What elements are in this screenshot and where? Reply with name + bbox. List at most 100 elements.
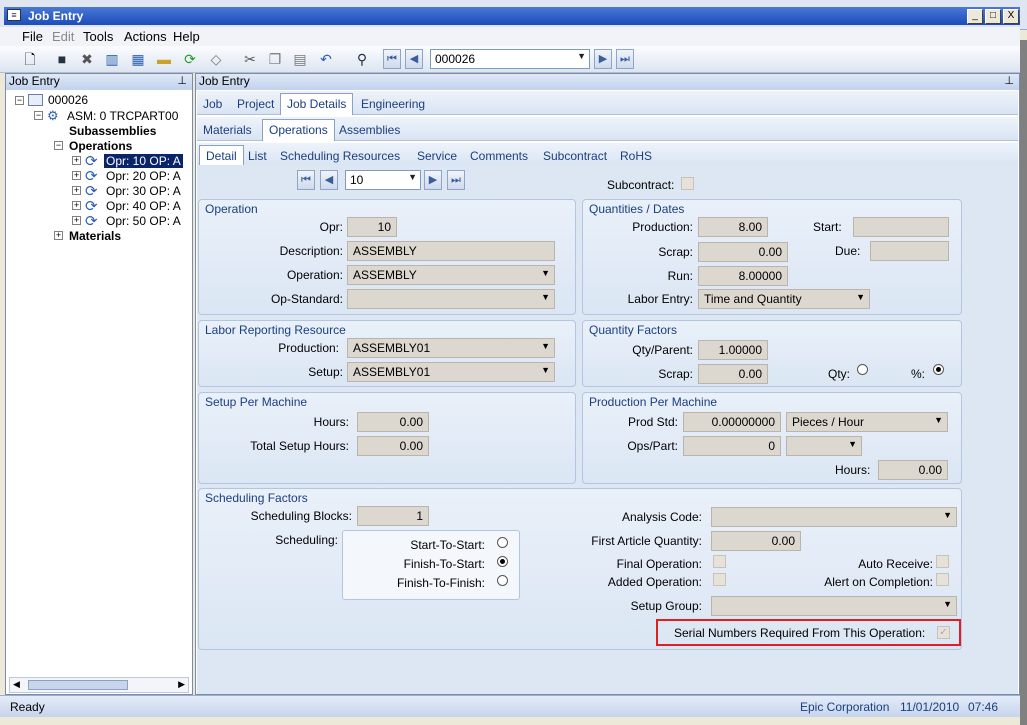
tree-operations[interactable]: Operations — [69, 139, 132, 153]
menu-help[interactable]: Help — [173, 29, 200, 44]
alert-completion-checkbox[interactable] — [936, 573, 949, 586]
tab-job-details[interactable]: Job Details — [280, 93, 354, 115]
auto-receive-checkbox[interactable] — [936, 555, 949, 568]
tab-materials[interactable]: Materials — [203, 123, 252, 137]
tab-comments[interactable]: Comments — [470, 149, 528, 163]
scheduling-blocks-field[interactable]: 1 — [357, 506, 429, 526]
prev-op-button[interactable]: ◀ — [320, 170, 338, 190]
pin-icon[interactable]: ⊥ — [177, 74, 187, 87]
first-op-button[interactable]: ⏮ — [297, 170, 315, 190]
tab-service[interactable]: Service — [417, 149, 457, 163]
eraser-icon[interactable]: ◇ — [206, 49, 226, 69]
next-record-button[interactable]: ▶ — [594, 49, 612, 69]
last-op-button[interactable]: ⏭ — [447, 170, 465, 190]
scrap-field[interactable]: 0.00 — [698, 242, 788, 262]
find-icon[interactable]: ⚲ — [352, 49, 372, 69]
tree-asm[interactable]: ASM: 0 TRCPART00 — [67, 109, 178, 123]
tab-detail[interactable]: Detail — [199, 145, 244, 167]
total-setup-field[interactable]: 0.00 — [357, 436, 429, 456]
menu-edit[interactable]: Edit — [52, 29, 74, 44]
folder-icon[interactable]: ▬ — [154, 49, 174, 69]
tab-assemblies[interactable]: Assemblies — [339, 123, 400, 137]
serial-numbers-checkbox[interactable]: ✓ — [937, 626, 950, 639]
labor-production-select[interactable]: ASSEMBLY01 ▼ — [347, 338, 555, 358]
finish-to-start-radio[interactable] — [497, 556, 508, 567]
grid-icon[interactable]: ▦ — [128, 49, 148, 69]
op-nav-combo[interactable]: 10 ▼ — [345, 170, 421, 190]
qty-parent-field[interactable]: 1.00000 — [698, 340, 768, 360]
analysis-code-select[interactable]: ▼ — [711, 507, 957, 527]
setup-group-select[interactable]: ▼ — [711, 596, 957, 616]
book-icon[interactable]: ▥ — [102, 49, 122, 69]
expand-icon[interactable]: + — [54, 231, 63, 240]
copy-icon[interactable]: ❐ — [265, 49, 285, 69]
refresh-icon[interactable]: ⟳ — [180, 49, 200, 69]
save-icon[interactable]: ■ — [52, 49, 72, 69]
prev-record-button[interactable]: ◀ — [405, 49, 423, 69]
setup-hours-field[interactable]: 0.00 — [357, 412, 429, 432]
tree-op-4[interactable]: Opr: 40 OP: A — [106, 199, 181, 213]
record-combo[interactable]: 000026 ▼ — [430, 49, 590, 69]
prod-hours-field[interactable]: 0.00 — [878, 460, 948, 480]
tree-op-1[interactable]: Opr: 10 OP: A — [104, 154, 183, 168]
due-field[interactable] — [870, 241, 949, 261]
tree-op-5[interactable]: Opr: 50 OP: A — [106, 214, 181, 228]
scroll-left-icon[interactable]: ◀ — [13, 679, 20, 690]
added-operation-checkbox[interactable] — [713, 573, 726, 586]
menu-tools[interactable]: Tools — [83, 29, 113, 44]
tree-scrollbar[interactable]: ◀ ▶ — [9, 677, 189, 693]
menu-actions[interactable]: Actions — [124, 29, 167, 44]
collapse-icon[interactable]: − — [54, 141, 63, 150]
percent-radio[interactable] — [933, 364, 944, 375]
production-field[interactable]: 8.00 — [698, 217, 768, 237]
operation-select[interactable]: ASSEMBLY ▼ — [347, 265, 555, 285]
delete-icon[interactable]: ✖ — [77, 49, 97, 69]
cut-icon[interactable]: ✂ — [240, 49, 260, 69]
labor-setup-select[interactable]: ASSEMBLY01 ▼ — [347, 362, 555, 382]
labor-entry-select[interactable]: Time and Quantity ▼ — [698, 289, 870, 309]
tab-scheduling-resources[interactable]: Scheduling Resources — [280, 149, 400, 163]
ops-part-select[interactable]: ▼ — [786, 436, 862, 456]
pin-icon[interactable]: ⊥ — [1004, 74, 1014, 87]
expand-icon[interactable]: + — [72, 201, 81, 210]
prod-unit-select[interactable]: Pieces / Hour ▼ — [786, 412, 948, 432]
opr-field[interactable]: 10 — [347, 217, 397, 237]
ops-part-field[interactable]: 0 — [683, 436, 781, 456]
menu-file[interactable]: File — [22, 29, 43, 44]
new-icon[interactable]: 🗋 — [20, 49, 40, 69]
paste-icon[interactable]: ▤ — [290, 49, 310, 69]
op-standard-select[interactable]: ▼ — [347, 289, 555, 309]
collapse-icon[interactable]: − — [15, 96, 24, 105]
description-field[interactable]: ASSEMBLY — [347, 241, 555, 261]
expand-icon[interactable]: + — [72, 171, 81, 180]
expand-icon[interactable]: + — [72, 216, 81, 225]
next-op-button[interactable]: ▶ — [424, 170, 442, 190]
tab-project[interactable]: Project — [237, 97, 274, 111]
tree-op-3[interactable]: Opr: 30 OP: A — [106, 184, 181, 198]
tab-list[interactable]: List — [248, 149, 267, 163]
prod-std-field[interactable]: 0.00000000 — [683, 412, 781, 432]
collapse-icon[interactable]: − — [34, 111, 43, 120]
first-record-button[interactable]: ⏮ — [383, 49, 401, 69]
run-field[interactable]: 8.00000 — [698, 266, 788, 286]
scrollbar-thumb[interactable] — [28, 680, 128, 690]
finish-to-finish-radio[interactable] — [497, 575, 508, 586]
maximize-button[interactable]: □ — [985, 9, 1001, 24]
expand-icon[interactable]: + — [72, 186, 81, 195]
first-article-field[interactable]: 0.00 — [711, 531, 801, 551]
subcontract-checkbox[interactable] — [681, 177, 694, 190]
tab-operations[interactable]: Operations — [262, 119, 335, 141]
qf-scrap-field[interactable]: 0.00 — [698, 364, 768, 384]
final-operation-checkbox[interactable] — [713, 555, 726, 568]
scroll-right-icon[interactable]: ▶ — [178, 679, 185, 690]
tab-rohs[interactable]: RoHS — [620, 149, 652, 163]
minimize-button[interactable]: _ — [967, 9, 983, 24]
close-button[interactable]: X — [1003, 9, 1019, 24]
tab-subcontract[interactable]: Subcontract — [543, 149, 607, 163]
tree-root[interactable]: 000026 — [48, 93, 88, 107]
tab-engineering[interactable]: Engineering — [361, 97, 425, 111]
tab-job[interactable]: Job — [203, 97, 222, 111]
last-record-button[interactable]: ⏭ — [616, 49, 634, 69]
tree-subassemblies[interactable]: Subassemblies — [69, 124, 156, 138]
start-field[interactable] — [853, 217, 949, 237]
